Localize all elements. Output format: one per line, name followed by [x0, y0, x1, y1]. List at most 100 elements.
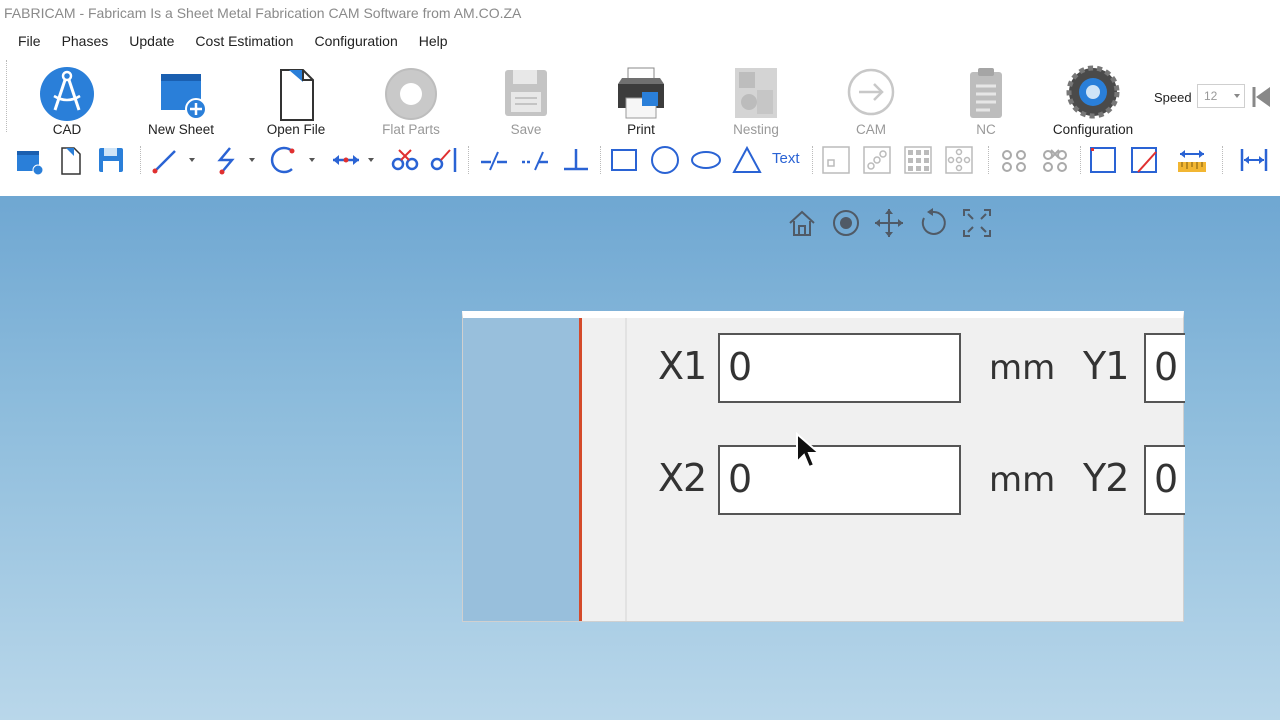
y1-input[interactable]: 0: [1144, 333, 1185, 403]
ribbon-grip: [6, 60, 7, 132]
ellipse-tool[interactable]: [690, 144, 722, 176]
menu-file[interactable]: File: [8, 33, 52, 49]
polyline-dropdown-icon[interactable]: [249, 158, 255, 162]
toolbar-separator: [812, 146, 813, 174]
toolbar-separator: [988, 146, 989, 174]
rectangle-icon: [611, 149, 637, 171]
cad-button[interactable]: CAD: [12, 58, 122, 138]
open-file-label: Open File: [266, 122, 326, 137]
pan-view-icon[interactable]: [872, 206, 906, 240]
speed-select[interactable]: 12: [1197, 84, 1245, 108]
menu-configuration[interactable]: Configuration: [304, 33, 408, 49]
hole-line-icon: [863, 146, 891, 174]
extend-tool[interactable]: [428, 144, 460, 176]
perpendicular-tool[interactable]: [560, 144, 592, 176]
floppy-save-icon: [99, 148, 123, 172]
home-view-icon[interactable]: [785, 206, 819, 240]
cam-label: CAM: [856, 122, 886, 137]
mouse-pointer-icon: [796, 432, 822, 469]
menu-update[interactable]: Update: [119, 33, 185, 49]
print-button[interactable]: Print: [586, 58, 696, 138]
orbit-view-icon[interactable]: [829, 206, 863, 240]
print-label: Print: [627, 122, 655, 137]
measure-tool[interactable]: [1176, 144, 1208, 176]
sheet-cut-tool[interactable]: [1128, 144, 1160, 176]
x2-unit: mm: [989, 460, 1056, 500]
open-file-icon: [280, 69, 314, 121]
new-drawing-tool[interactable]: [13, 144, 45, 176]
arc-tool[interactable]: [268, 144, 300, 176]
menu-phases[interactable]: Phases: [52, 33, 120, 49]
hole-circle-icon: [945, 146, 973, 174]
configuration-button[interactable]: Configuration: [1038, 58, 1148, 138]
hole-circle-tool[interactable]: [943, 144, 975, 176]
polyline-icon: [217, 147, 235, 175]
toolbar-separator: [1080, 146, 1081, 174]
remove-array-tool[interactable]: [1039, 144, 1071, 176]
sheet-outline-tool[interactable]: [1087, 144, 1119, 176]
hole-line-tool[interactable]: [861, 144, 893, 176]
new-drawing-icon: [17, 151, 44, 176]
rotate-view-icon[interactable]: [916, 206, 950, 240]
line-tool[interactable]: [150, 144, 182, 176]
ribbon: CAD New Sheet Open File Flat Parts Save …: [0, 54, 1280, 138]
fit-to-screen-icon[interactable]: [960, 206, 994, 240]
dimension-arrows-icon: [333, 155, 359, 165]
ellipse-icon: [691, 151, 721, 169]
nesting-label: Nesting: [733, 122, 779, 137]
split-line-icon: [522, 151, 548, 171]
y2-input[interactable]: 0: [1144, 445, 1185, 515]
trim-tool[interactable]: [389, 144, 421, 176]
nesting-icon: [735, 68, 777, 118]
break-line-icon: [481, 151, 507, 171]
new-sheet-button[interactable]: New Sheet: [126, 58, 236, 138]
cam-arrow-icon: [847, 68, 895, 116]
save-label: Save: [510, 122, 542, 137]
triangle-tool[interactable]: [731, 144, 763, 176]
array-tool[interactable]: [998, 144, 1030, 176]
save-button[interactable]: Save: [471, 58, 581, 138]
dimension-dropdown-icon[interactable]: [368, 158, 374, 162]
x2-label: X2: [658, 456, 707, 500]
x2-input[interactable]: 0: [718, 445, 961, 515]
x1-unit: mm: [989, 348, 1056, 388]
horizontal-dimension-tool[interactable]: [1238, 144, 1270, 176]
save-icon: [505, 70, 547, 116]
arc-dropdown-icon[interactable]: [309, 158, 315, 162]
menu-cost-estimation[interactable]: Cost Estimation: [185, 33, 304, 49]
x1-input[interactable]: 0: [718, 333, 961, 403]
menu-help[interactable]: Help: [409, 33, 459, 49]
array-icon: [1002, 150, 1026, 172]
rectangle-tool[interactable]: [608, 144, 640, 176]
nesting-button[interactable]: Nesting: [701, 58, 811, 138]
flat-parts-button[interactable]: Flat Parts: [356, 58, 466, 138]
split-tool[interactable]: [519, 144, 551, 176]
break-tool[interactable]: [478, 144, 510, 176]
horizontal-dimension-icon: [1240, 149, 1268, 171]
open-file-button[interactable]: Open File: [241, 58, 351, 138]
cam-button[interactable]: CAM: [816, 58, 926, 138]
flat-parts-label: Flat Parts: [382, 122, 440, 137]
hole-grid-icon: [904, 146, 932, 174]
polyline-tool[interactable]: [210, 144, 242, 176]
save-drawing-tool[interactable]: [95, 144, 127, 176]
toolbar-separator: [468, 146, 469, 174]
single-hole-tool[interactable]: [820, 144, 852, 176]
toolbar-separator: [600, 146, 601, 174]
remove-array-icon: [1043, 149, 1067, 172]
window-title: FABRICAM - Fabricam Is a Sheet Metal Fab…: [0, 0, 1280, 28]
new-sheet-label: New Sheet: [147, 122, 215, 137]
text-tool[interactable]: Text: [772, 150, 800, 167]
hole-grid-tool[interactable]: [902, 144, 934, 176]
circle-tool[interactable]: [649, 144, 681, 176]
nc-clipboard-icon: [970, 68, 1002, 118]
y2-label: Y2: [1083, 456, 1129, 500]
open-drawing-tool[interactable]: [54, 144, 86, 176]
chevron-down-icon: [1234, 94, 1240, 98]
dimension-tool[interactable]: [330, 144, 362, 176]
line-dropdown-icon[interactable]: [189, 158, 195, 162]
skip-to-start-icon[interactable]: [1248, 84, 1276, 110]
triangle-icon: [732, 145, 762, 173]
nc-button[interactable]: NC: [931, 58, 1041, 138]
y1-label: Y1: [1083, 344, 1129, 388]
